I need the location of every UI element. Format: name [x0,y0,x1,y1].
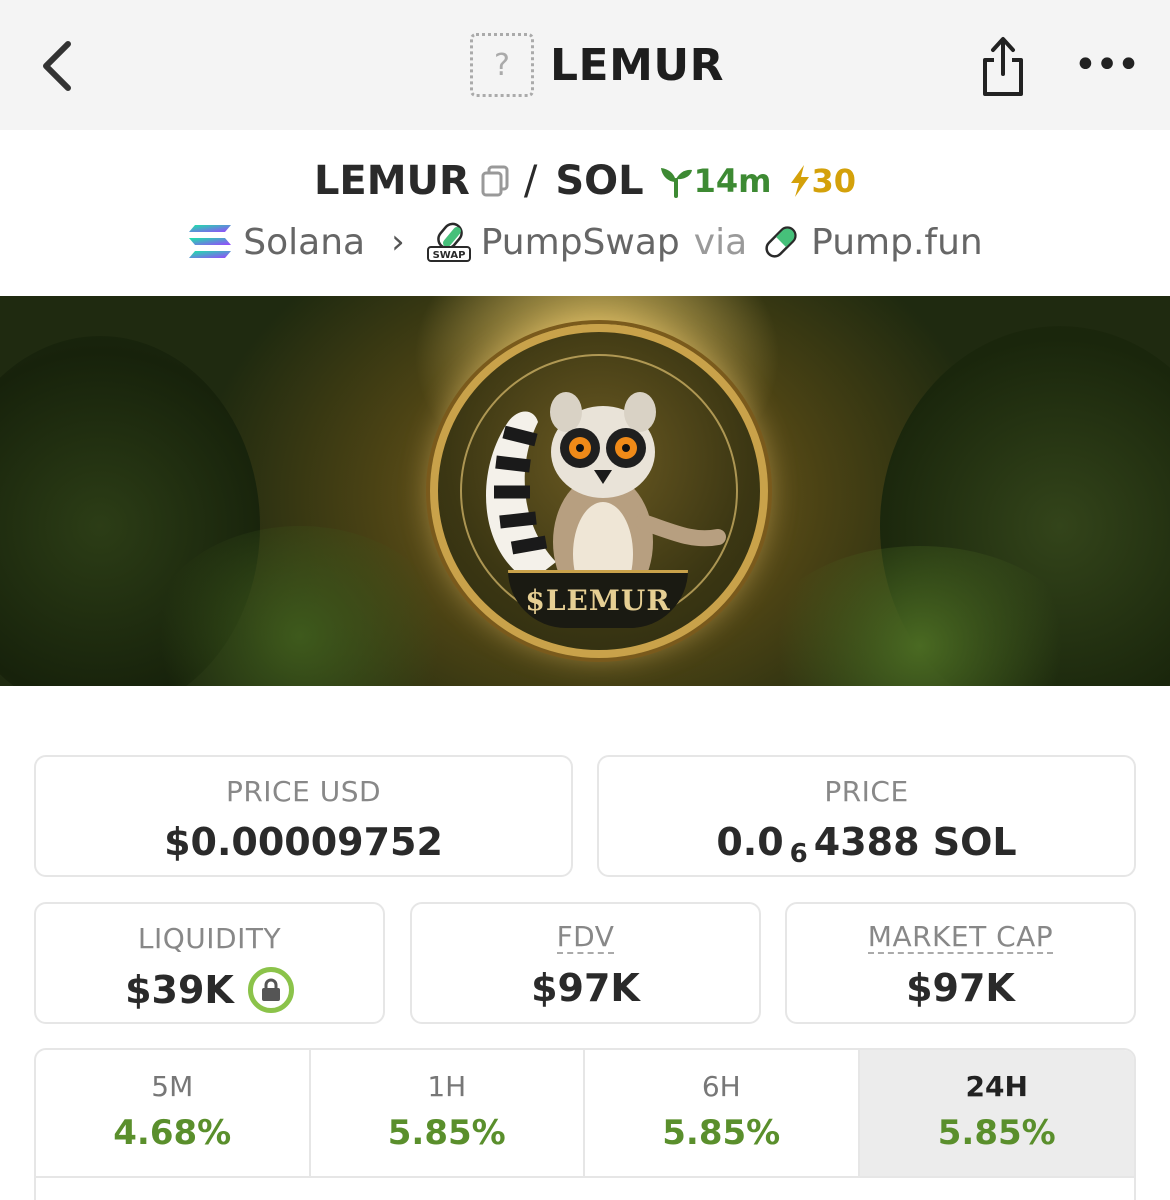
timeframe-label: 6H [701,1070,741,1103]
lock-icon [261,978,280,1001]
timeframe-label: 24H [965,1070,1028,1103]
top-nav-bar: ? LEMUR ••• [0,0,1170,130]
chevron-left-icon [43,41,71,91]
pair-base-symbol: LEMUR [313,158,470,204]
fdv-value: $97K [531,966,640,1010]
solana-icon [189,225,232,258]
share-button[interactable] [975,32,1031,100]
pair-separator: / [523,158,538,204]
price-native-label: PRICE [824,775,909,808]
timeframe-change: 5.85% [387,1113,506,1153]
lemur-coin-logo: $LEMUR [430,324,768,658]
liquidity-value: $39K [125,968,234,1012]
liquidity-label: LIQUIDITY [137,922,282,955]
timeframe-change: 5.85% [937,1113,1056,1153]
via-label: via [693,221,748,263]
token-banner-image: $LEMUR [0,296,1170,686]
timeframe-label: 1H [427,1070,467,1103]
timeframe-tab-6h[interactable]: 6H 5.85% [585,1050,860,1178]
liquidity-card: LIQUIDITY $39K [34,902,385,1024]
route-breadcrumb: Solana › SWAP PumpSwap via Pump.fun [0,212,1170,272]
launchpad-link[interactable]: Pump.fun [811,222,983,263]
seedling-icon [660,168,692,198]
price-change-timeframes: 5M 4.68% 1H 5.85% 6H 5.85% 24H 5.85% [34,1048,1136,1200]
price-native-card: PRICE 0.0 6 4388 SOL [597,755,1136,877]
dex-link[interactable]: PumpSwap [481,222,680,263]
boost-count: 30 [811,162,857,200]
timeframe-label: 5M [151,1070,194,1103]
price-usd-card: PRICE USD $0.00009752 [34,755,573,877]
chevron-right-icon: › [391,222,405,262]
liquidity-value-row: $39K [125,967,294,1013]
market-cap-card: MARKET CAP $97K [785,902,1136,1024]
nav-title-group: ? LEMUR [470,32,724,98]
share-icon [983,37,1023,96]
price-usd-value: $0.00009752 [164,820,443,864]
price-native-value: 0.0 6 4388 SOL [716,820,1017,869]
more-options-button[interactable]: ••• [1073,40,1141,90]
more-horizontal-icon: ••• [1073,42,1141,88]
timeframe-change: 4.68% [113,1113,232,1153]
chain-link[interactable]: Solana [243,222,365,263]
market-cap-value: $97K [906,966,1015,1010]
pair-header: LEMUR / SOL 14m 30 [0,150,1170,212]
back-button[interactable] [28,34,84,98]
lightning-icon [790,165,809,197]
timeframe-change: 5.85% [662,1113,781,1153]
page-title: LEMUR [550,39,724,91]
price-native-prefix: 0.0 [716,820,784,864]
timeframe-tab-5m[interactable]: 5M 4.68% [36,1050,311,1178]
market-cap-label[interactable]: MARKET CAP [867,922,1054,954]
svg-text:SWAP: SWAP [432,250,465,261]
pair-age-badge: 14m [658,162,772,200]
pill-icon [765,226,797,258]
timeframe-tab-24h[interactable]: 24H 5.85% [859,1050,1134,1178]
fdv-card: FDV $97K [410,902,761,1024]
price-native-suffix: 4388 SOL [813,820,1017,864]
pumpswap-icon: SWAP [426,222,471,262]
fdv-label[interactable]: FDV [556,922,615,954]
price-usd-label: PRICE USD [225,775,382,808]
pair-age: 14m [693,162,772,200]
boost-badge[interactable]: 30 [788,162,857,200]
copy-icon[interactable] [480,164,510,202]
token-placeholder-icon: ? [470,33,534,97]
pair-quote-symbol: SOL [555,158,644,204]
price-native-zero-count: 6 [789,839,808,869]
timeframe-tab-1h[interactable]: 1H 5.85% [310,1050,585,1178]
liquidity-locked-badge[interactable] [247,967,294,1013]
